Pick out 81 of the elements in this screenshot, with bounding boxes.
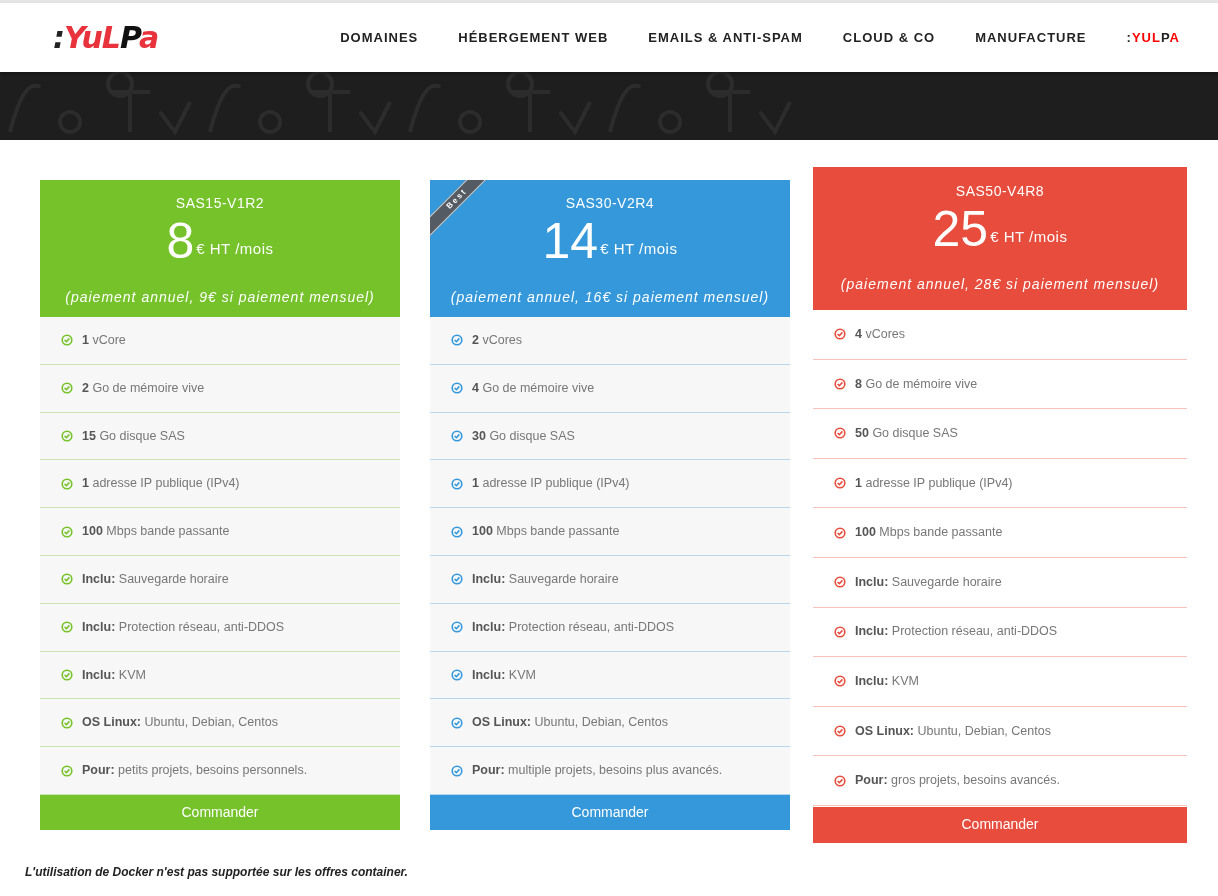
check-circle-icon [61,430,73,442]
feature-text: Inclu: KVM [855,673,919,691]
feature-text: 100 Mbps bande passante [82,523,230,541]
check-circle-icon [451,430,463,442]
check-circle-icon [61,382,73,395]
feature-text: 1 adresse IP publique (IPv4) [82,475,240,493]
check-circle-icon [451,621,463,634]
feature-text: Pour: multiple projets, besoins plus avancés. [472,762,723,780]
feature-text: 2 Go de mémoire vive [82,379,205,397]
check-circle-icon [61,525,73,538]
check-circle-icon [451,525,463,538]
feature-text: Inclu: Sauvegarde horaire [855,573,1002,591]
feature-text: OS Linux: Ubuntu, Debian, Centos [82,714,278,732]
check-circle-icon [451,764,463,777]
nav-link[interactable]: EMAILS & ANTI-SPAM [648,27,803,48]
logo[interactable]: :YuLPa [53,15,159,60]
check-circle-icon [834,377,846,390]
feature-text: Inclu: KVM [472,666,536,684]
feature-text: Inclu: Protection réseau, anti-DDOS [82,618,285,636]
feature-text: OS Linux: Ubuntu, Debian, Centos [472,714,668,732]
nav-link[interactable]: MANUFACTURE [975,27,1087,48]
plan-price: 14 [542,216,599,266]
feature-text: Inclu: KVM [82,666,146,684]
plan-price: 8 [166,216,195,266]
footnote: L'utilisation de Docker n'est pas supportée sur les offres container. [24,863,409,881]
feature-text: OS Linux: Ubuntu, Debian, Centos [855,722,1051,740]
feature-text: Inclu: Sauvegarde horaire [82,571,229,588]
check-circle-icon [834,477,846,490]
feature-text: 15 Go disque SAS [82,427,185,445]
check-circle-icon [451,477,463,490]
feature-text: 1 vCore [82,332,126,349]
check-circle-icon [61,573,73,586]
feature-text: Inclu: Sauvegarde horaire [472,571,619,588]
check-circle-icon [834,427,846,440]
feature-text: 1 adresse IP publique (IPv4) [472,475,630,493]
feature-text: Inclu: Protection réseau, anti-DDOS [855,623,1058,641]
nav-link[interactable]: CLOUD & CO [842,27,936,48]
check-circle-icon [451,716,463,729]
feature-text: 1 adresse IP publique (IPv4) [855,474,1013,492]
feature-text: 30 Go disque SAS [472,427,575,445]
feature-text: Pour: gros projets, besoins avancés. [855,772,1060,790]
check-circle-icon [61,668,73,681]
feature-text: Inclu: Protection réseau, anti-DDOS [472,618,675,636]
feature-text: 100 Mbps bande passante [855,524,1003,542]
check-circle-icon [834,774,846,787]
plan-name: SAS15-V1R2 [175,194,265,213]
feature-text: 4 vCores [855,325,906,343]
check-circle-icon [61,477,73,490]
feature-text: 4 Go de mémoire vive [472,379,595,397]
check-circle-icon [451,668,463,681]
check-circle-icon [834,328,846,341]
nav-link[interactable]: DOMAINES [340,27,419,48]
check-circle-icon [61,621,73,634]
check-circle-icon [834,675,846,688]
feature-text: 8 Go de mémoire vive [855,375,978,393]
check-circle-icon [451,573,463,586]
check-circle-icon [834,725,846,738]
payment-note: (paiement annuel, 16€ si paiement mensuel) [450,288,770,307]
feature-text: 2 vCores [472,332,523,349]
check-circle-icon [451,382,463,395]
price-unit: € HT /mois [196,238,274,259]
plan-name: SAS30-V2R4 [565,194,655,213]
price-unit: € HT /mois [990,226,1068,247]
plan-name: SAS50-V4R8 [955,182,1045,201]
check-circle-icon [61,334,73,347]
price-unit: € HT /mois [600,238,678,259]
nav-link[interactable]: HÉBERGEMENT WEB [458,27,609,48]
check-circle-icon [61,716,73,729]
check-circle-icon [451,334,463,347]
order-button[interactable]: Commander [813,806,1187,843]
check-circle-icon [834,526,846,539]
feature-text: 100 Mbps bande passante [472,523,620,541]
check-circle-icon [61,764,73,777]
payment-note: (paiement annuel, 28€ si paiement mensuel) [840,275,1160,294]
plan-price: 25 [932,204,989,254]
feature-text: 50 Go disque SAS [855,425,958,443]
nav-link[interactable]: :YULPA [1126,27,1180,48]
check-circle-icon [834,576,846,589]
check-circle-icon [834,625,846,638]
feature-text: Pour: petits projets, besoins personnels. [82,762,308,780]
payment-note: (paiement annuel, 9€ si paiement mensuel) [65,288,375,307]
